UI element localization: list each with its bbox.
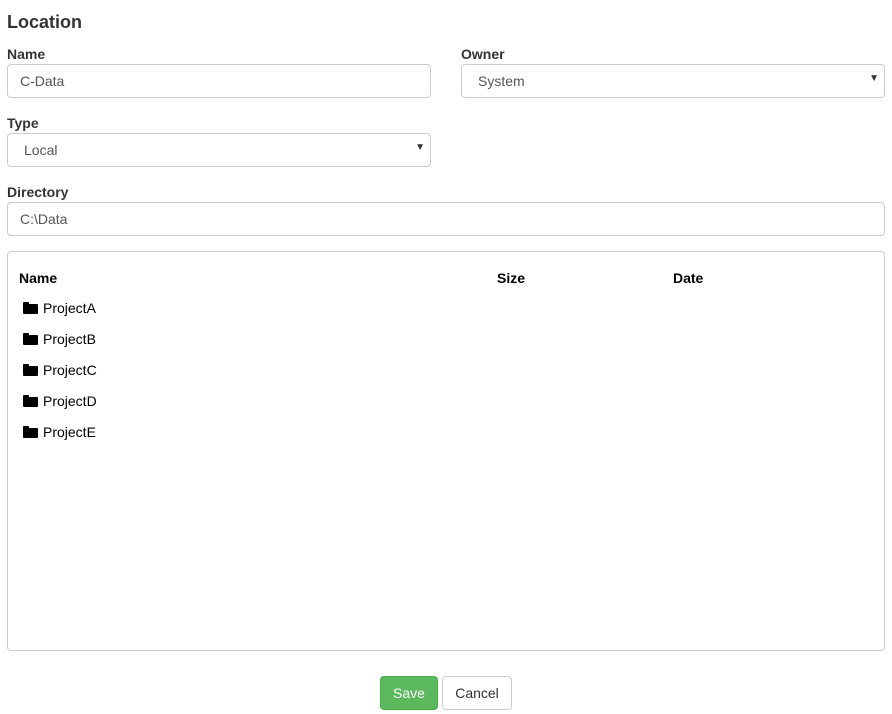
folder-icon: [23, 364, 38, 376]
folder-name: ProjectC: [43, 362, 97, 378]
page-title: Location: [7, 12, 82, 32]
folder-name: ProjectE: [43, 424, 96, 440]
type-select-value: Local: [24, 142, 58, 158]
column-header-size[interactable]: Size: [497, 270, 525, 286]
directory-label: Directory: [7, 184, 69, 200]
folder-name: ProjectB: [43, 331, 96, 347]
list-item[interactable]: ProjectB: [18, 327, 418, 351]
location-form-page: Location Name Owner System ▼ Type Local …: [0, 0, 892, 714]
chevron-down-icon: ▼: [869, 73, 879, 84]
save-button[interactable]: Save: [380, 676, 438, 710]
list-item[interactable]: ProjectC: [18, 358, 418, 382]
folder-icon: [23, 333, 38, 345]
folder-icon: [23, 426, 38, 438]
owner-select[interactable]: System ▼: [461, 64, 885, 98]
folder-name: ProjectD: [43, 393, 97, 409]
chevron-down-icon: ▼: [415, 142, 425, 153]
type-select[interactable]: Local ▼: [7, 133, 431, 167]
folder-icon: [23, 395, 38, 407]
owner-select-value: System: [478, 73, 525, 89]
directory-input[interactable]: [7, 202, 885, 236]
column-header-name[interactable]: Name: [19, 270, 57, 286]
name-label: Name: [7, 46, 46, 62]
file-browser-panel: Name Size Date ProjectA ProjectB Project…: [7, 251, 885, 651]
owner-label: Owner: [461, 46, 505, 62]
list-item[interactable]: ProjectE: [18, 420, 418, 444]
list-item[interactable]: ProjectD: [18, 389, 418, 413]
type-label: Type: [7, 115, 39, 131]
column-header-date[interactable]: Date: [673, 270, 703, 286]
folder-name: ProjectA: [43, 300, 96, 316]
name-input[interactable]: [7, 64, 431, 98]
list-item[interactable]: ProjectA: [18, 296, 418, 320]
folder-icon: [23, 302, 38, 314]
cancel-button[interactable]: Cancel: [442, 676, 512, 710]
